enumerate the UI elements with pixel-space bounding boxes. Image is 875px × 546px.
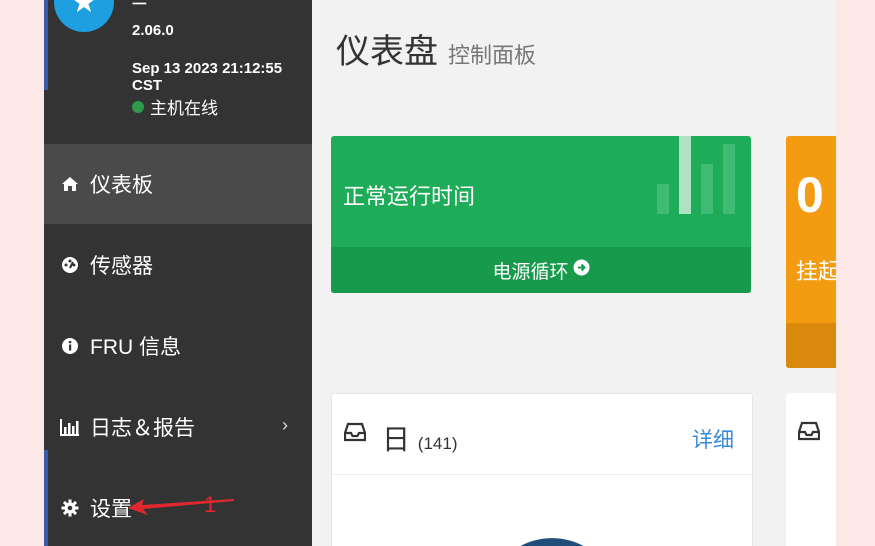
sidebar-item-label: FRU 信息 [90,336,181,359]
pending-card-footer[interactable] [786,323,836,368]
panel-title-text: 日 [382,424,411,455]
donut-chart [520,538,584,546]
home-icon [60,176,80,192]
host-status-label: 主机在线 [150,99,218,118]
pending-count: 0 [796,167,824,223]
pending-card: 0 挂起 [786,136,836,368]
panel-title: 日 (141) [382,418,457,458]
power-cycle-link[interactable]: 电源循环 [331,247,751,293]
sidebar: ★ ᅳ 2.06.0 Sep 13 2023 21:12:55 CST 主机在线… [44,0,312,546]
main-content: 仪表盘 控制面板 正常运行时间 电源循环 0 挂起 日 (141) 详细 [312,0,836,546]
bar-chart-icon [60,418,80,436]
inbox-tray-icon [343,422,367,447]
sidebar-item-fru[interactable]: FRU 信息 [44,306,312,386]
app-window: ★ ᅳ 2.06.0 Sep 13 2023 21:12:55 CST 主机在线… [44,0,836,546]
page-subtitle: 控制面板 [448,43,537,68]
sidebar-item-dashboard[interactable]: 仪表板 [44,144,312,224]
arrow-circle-right-icon [573,259,590,282]
sidebar-item-label: 传感器 [90,255,153,278]
dashboard-gauge-icon [60,256,80,274]
page-title-text: 仪表盘 [336,33,438,71]
page-title: 仪表盘 控制面板 [336,24,536,73]
annotation-arrow-icon [128,499,234,515]
annotation-number: 1 [204,492,217,517]
panel-count: (141) [417,434,458,453]
sidebar-item-label: 仪表板 [90,174,153,197]
inbox-tray-icon [797,421,821,446]
power-cycle-label: 电源循环 [492,261,569,283]
gear-icon [60,499,80,517]
host-status: 主机在线 [132,94,218,119]
uptime-label: 正常运行时间 [343,184,476,209]
sidebar-accent-top [44,0,48,90]
server-datetime: Sep 13 2023 21:12:55 CST [132,60,283,94]
status-dot-icon [132,100,144,113]
sidebar-item-logs[interactable]: 日志＆报告 › [44,387,312,467]
uptime-card: 正常运行时间 电源循环 [331,136,751,293]
chevron-right-icon: › [282,415,288,435]
firmware-version: 2.06.0 [132,22,174,39]
sidebar-item-label: 日志＆报告 [90,417,195,440]
star-logo-icon: ★ [54,0,114,32]
bar-chart-icon [657,136,735,214]
second-panel [786,393,836,546]
sidebar-item-sensors[interactable]: 传感器 [44,225,312,305]
info-circle-icon [60,337,80,355]
daily-log-panel: 日 (141) 详细 [331,393,753,546]
hostname: ᅳ [132,0,147,13]
panel-header: 日 (141) 详细 [332,394,752,475]
details-link[interactable]: 详细 [692,424,734,454]
pending-label: 挂起 [796,259,836,284]
